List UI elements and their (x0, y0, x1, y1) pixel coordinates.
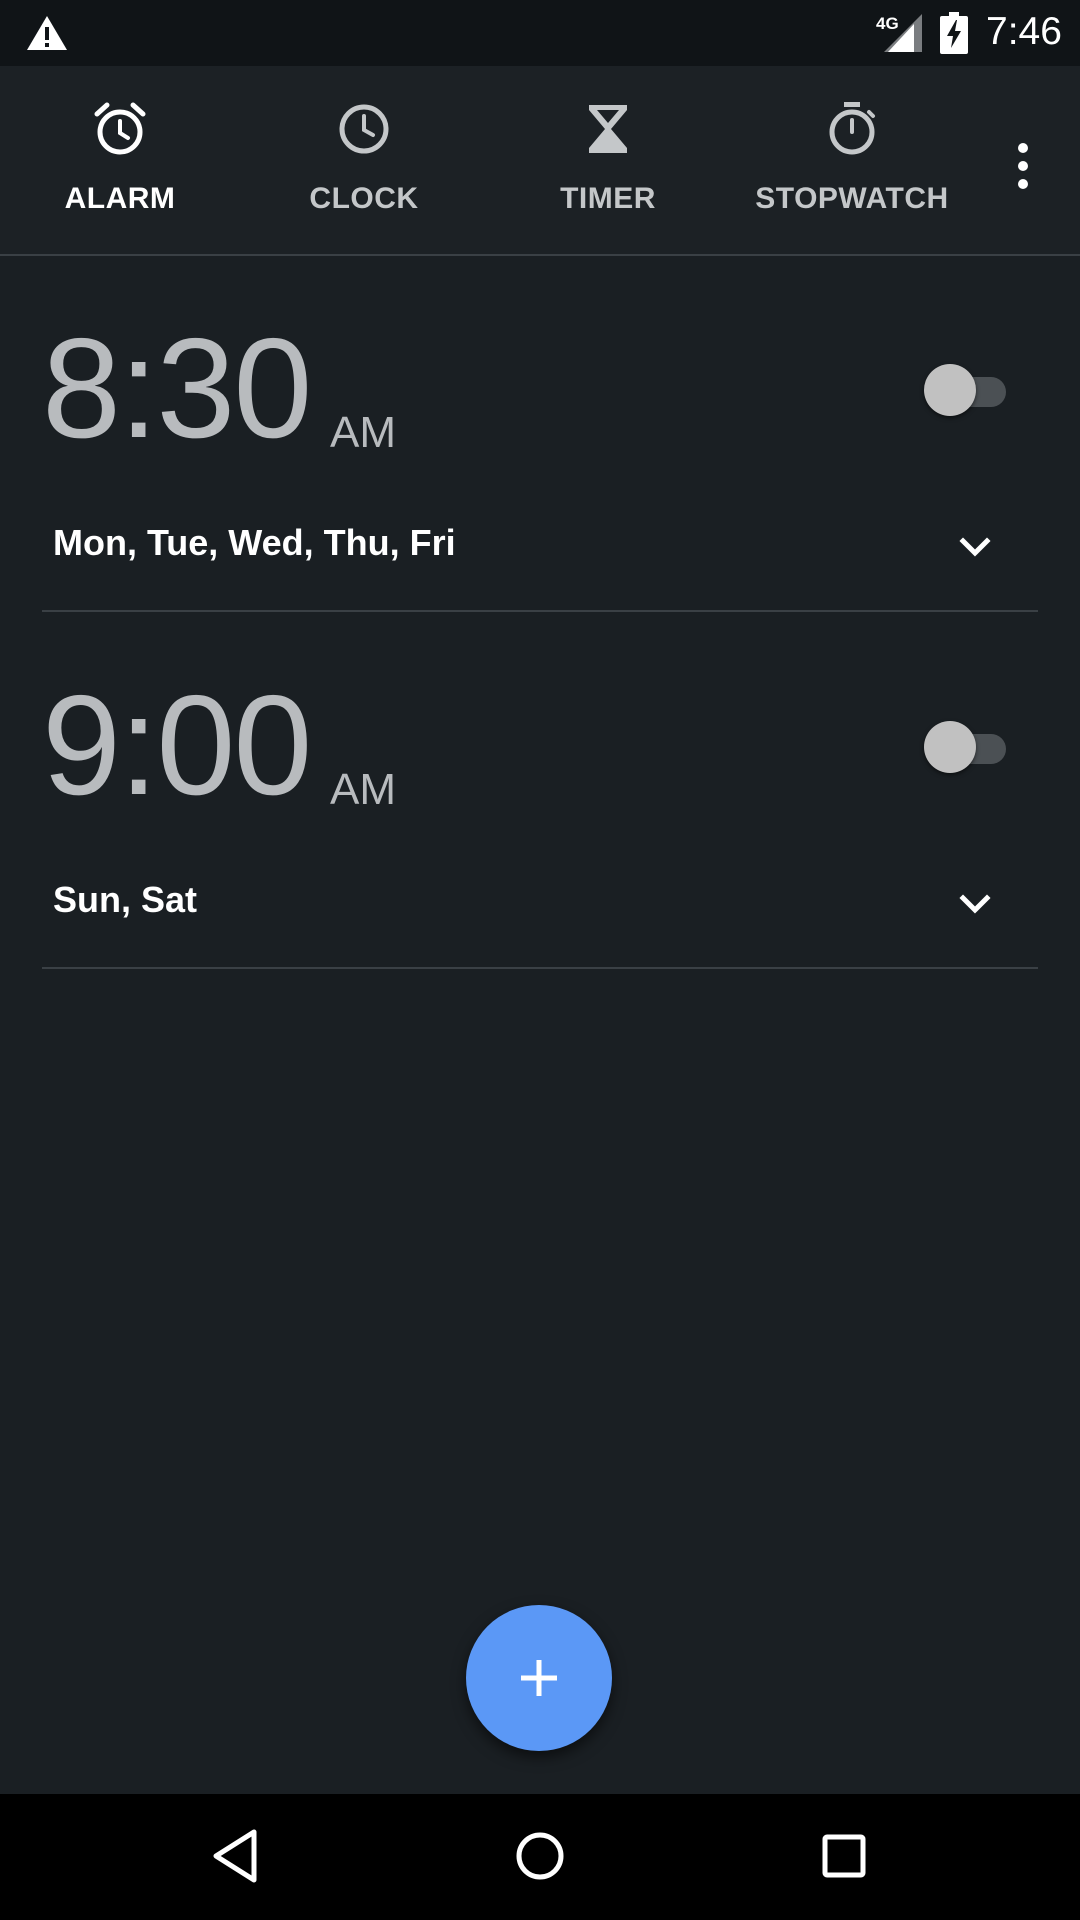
alarm-item[interactable]: 9:00 AM Sun, Sat (0, 613, 1080, 969)
add-alarm-button[interactable] (466, 1605, 612, 1751)
stopwatch-icon (829, 102, 875, 155)
alarm-days: Mon, Tue, Wed, Thu, Fri (53, 522, 456, 563)
divider (42, 967, 1038, 969)
chevron-down-icon[interactable] (954, 526, 996, 568)
plus-icon (521, 1660, 557, 1696)
overflow-dot (1018, 143, 1028, 153)
alarm-toggle[interactable] (922, 721, 1008, 775)
tab-label: CLOCK (309, 182, 419, 215)
alarm-days: Sun, Sat (53, 879, 198, 920)
alarm-toggle[interactable] (922, 364, 1008, 418)
alarm-time[interactable]: 9:00 (42, 675, 312, 817)
navigation-bar (0, 1794, 1080, 1920)
toggle-thumb (924, 721, 976, 773)
tab-clock[interactable]: CLOCK (244, 66, 484, 254)
alarm-clock-icon (94, 102, 146, 155)
status-bar: 4G 7:46 (0, 0, 1080, 66)
alarm-ampm: AM (330, 408, 396, 457)
toggle-thumb (924, 364, 976, 416)
more-options-button[interactable] (998, 116, 1048, 216)
alarm-ampm: AM (330, 765, 396, 814)
tab-bar: ALARM CLOCK TIMER STOPWATCH (0, 66, 1080, 256)
warning-icon (27, 16, 67, 50)
clock-icon (339, 104, 389, 154)
tab-label: ALARM (64, 182, 176, 215)
back-icon[interactable] (204, 1824, 268, 1888)
signal-icon (884, 14, 922, 52)
recents-icon[interactable] (812, 1824, 876, 1888)
tab-label: STOPWATCH (755, 182, 949, 215)
battery-charging-icon (940, 12, 968, 54)
overflow-dot (1018, 161, 1028, 171)
divider (42, 610, 1038, 612)
tab-timer[interactable]: TIMER (488, 66, 728, 254)
chevron-down-icon[interactable] (954, 883, 996, 925)
tab-alarm[interactable]: ALARM (0, 66, 240, 254)
status-time: 7:46 (986, 10, 1062, 53)
alarm-item[interactable]: 8:30 AM Mon, Tue, Wed, Thu, Fri (0, 256, 1080, 612)
alarm-time[interactable]: 8:30 (42, 318, 312, 460)
tab-stopwatch[interactable]: STOPWATCH (732, 66, 972, 254)
overflow-dot (1018, 179, 1028, 189)
home-icon[interactable] (508, 1824, 572, 1888)
tab-label: TIMER (560, 182, 656, 215)
hourglass-icon (589, 105, 627, 153)
